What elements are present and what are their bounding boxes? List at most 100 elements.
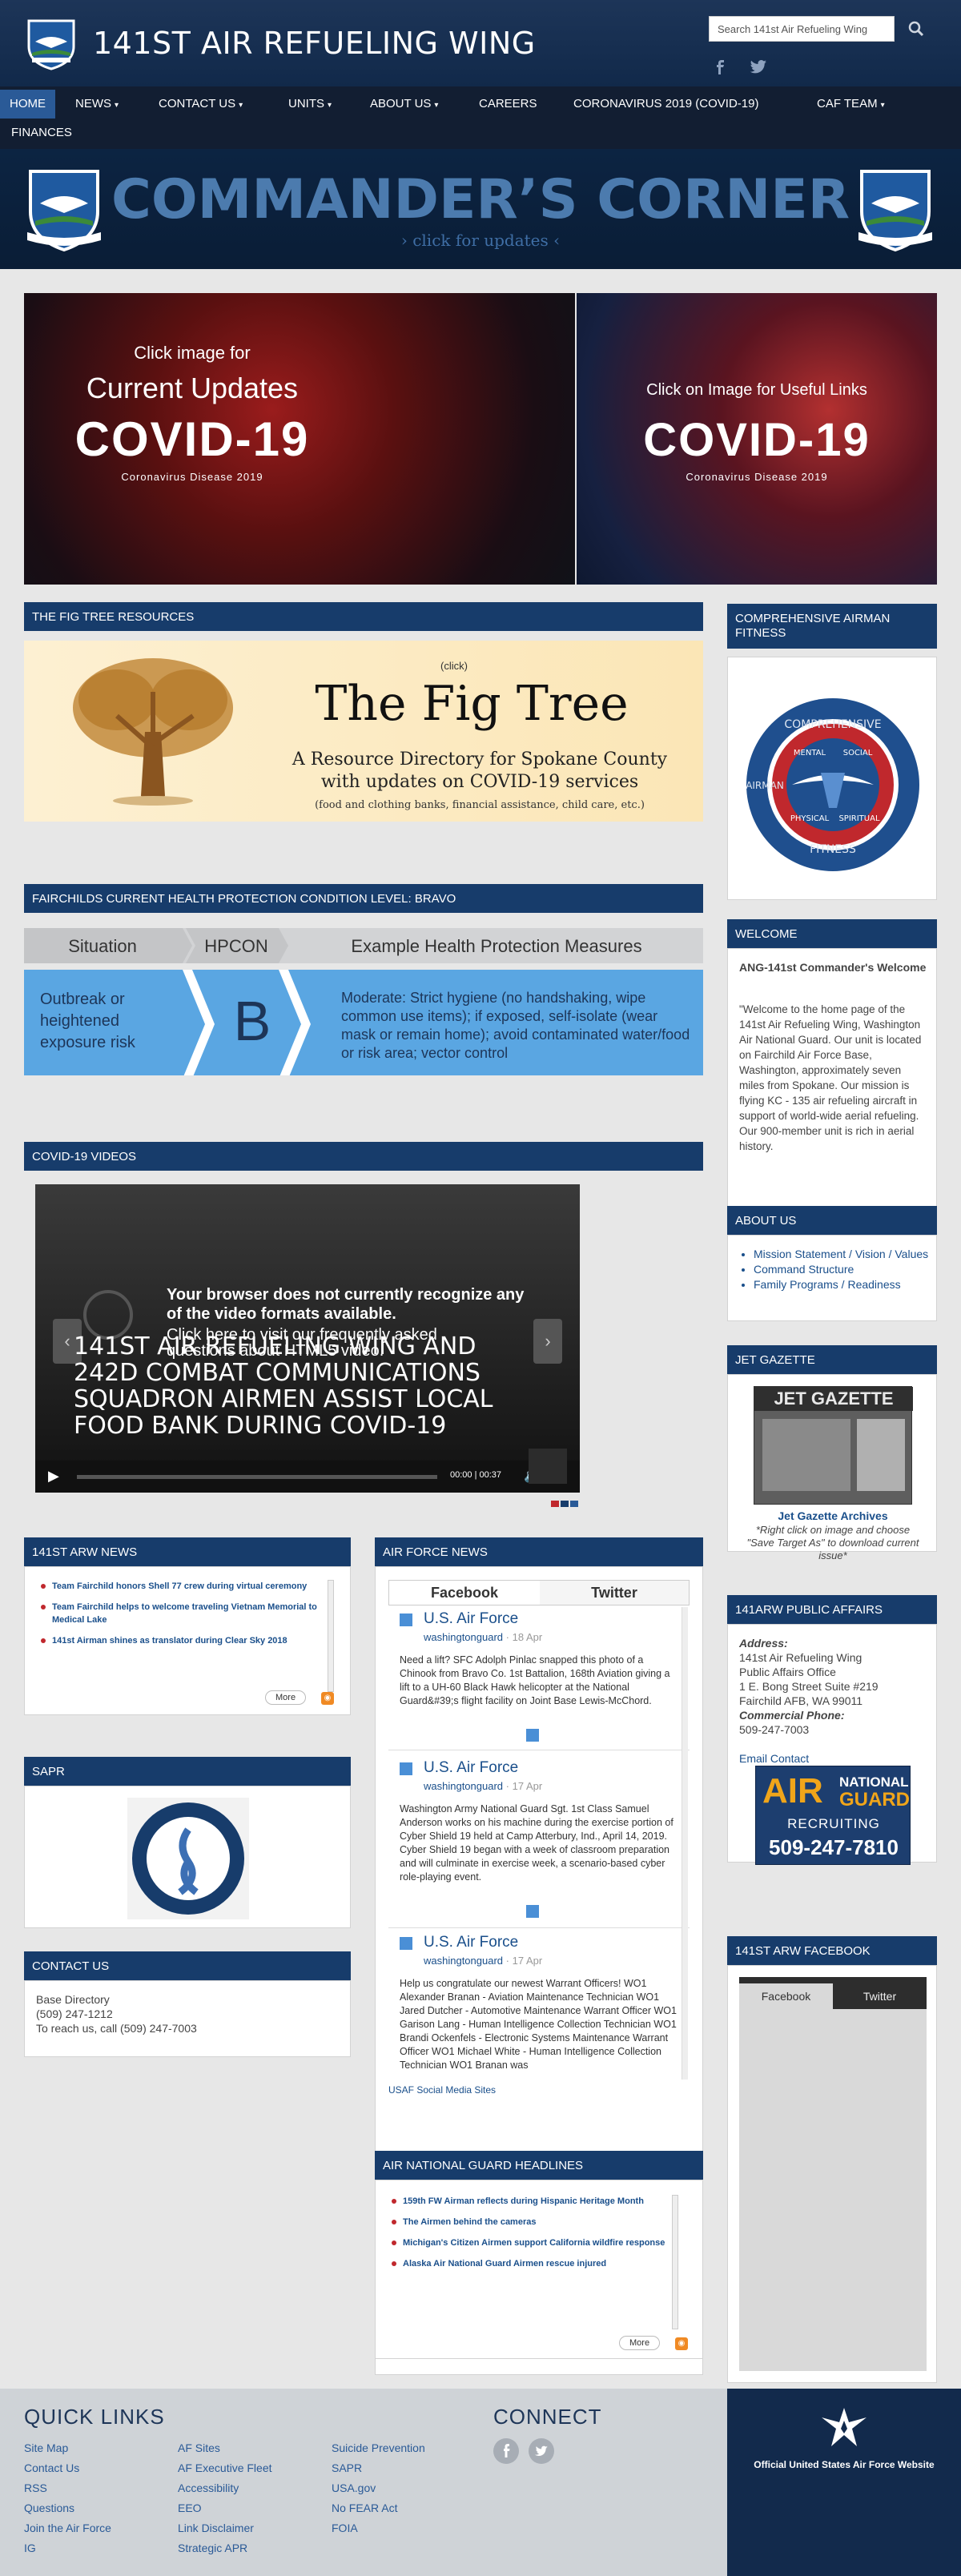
covid-updates-image[interactable]: Click image for Current Updates COVID-19… — [24, 293, 575, 585]
ang-headlines-panel: 159th FW Airman reflects during Hispanic… — [375, 2180, 703, 2359]
footer-link[interactable]: RSS — [24, 2478, 111, 2498]
jet-gazette-title[interactable]: Jet Gazette Archives — [728, 1509, 938, 1522]
fig-tree-click: (click) — [440, 660, 468, 672]
image-icon[interactable] — [526, 1729, 539, 1742]
footer-link[interactable]: Link Disclaimer — [178, 2518, 272, 2538]
video-player[interactable]: ‹ › Your browser does not currently reco… — [35, 1184, 580, 1493]
fb-post-name[interactable]: U.S. Air Force — [424, 1610, 518, 1628]
footer-link[interactable]: IG — [24, 2538, 111, 2558]
video-pager-dot[interactable] — [551, 1501, 559, 1507]
play-icon[interactable]: ▶ — [48, 1468, 59, 1485]
list-item[interactable]: Team Fairchild honors Shell 77 crew duri… — [39, 1580, 328, 1593]
video-pager-dot[interactable] — [570, 1501, 578, 1507]
email-contact-link[interactable]: Email Contact — [739, 1751, 931, 1766]
commanders-corner-subtitle[interactable]: › click for updates ‹ — [0, 231, 961, 250]
sapr-header: SAPR — [24, 1757, 351, 1786]
site-title[interactable]: 141ST AIR REFUELING WING — [93, 26, 536, 61]
footer-link[interactable]: AF Sites — [178, 2438, 272, 2458]
footer-link[interactable]: FOIA — [332, 2518, 425, 2538]
videos-header: COVID-19 VIDEOS — [24, 1142, 703, 1171]
list-item[interactable]: 141st Airman shines as translator during… — [39, 1634, 328, 1647]
footer-link[interactable]: Suicide Prevention — [332, 2438, 425, 2458]
nav-item-careers[interactable]: CAREERS — [469, 90, 547, 119]
nav-item-coronavirus[interactable]: CORONAVIRUS 2019 (COVID-19) — [564, 90, 768, 119]
fb-post-source[interactable]: washingtonguard — [424, 1631, 503, 1643]
commanders-corner-banner[interactable]: COMMANDER’S CORNER › click for updates ‹ — [0, 149, 961, 269]
footer-link[interactable]: Accessibility — [178, 2478, 272, 2498]
nav-item-caf-team[interactable]: CAF TEAM ▾ — [807, 90, 895, 119]
contact-line[interactable]: Base Directory — [36, 1992, 197, 2007]
covid-links-image[interactable]: Click on Image for Useful Links COVID-19… — [577, 293, 937, 585]
video-next-button[interactable]: › — [533, 1319, 562, 1364]
image-icon[interactable] — [526, 1905, 539, 1918]
sapr-seal-icon[interactable] — [127, 1798, 249, 1919]
footer-link[interactable]: AF Executive Fleet — [178, 2458, 272, 2478]
wing-logo-icon[interactable] — [24, 16, 78, 70]
fb-post-name[interactable]: U.S. Air Force — [424, 1759, 518, 1777]
tab-twitter[interactable]: Twitter — [833, 1983, 927, 2009]
scrollbar[interactable] — [682, 1607, 688, 2080]
video-pager-dot[interactable] — [561, 1501, 569, 1507]
list-item[interactable]: Team Fairchild helps to welcome travelin… — [39, 1601, 328, 1626]
about-link-mission[interactable]: Mission Statement / Vision / Values — [754, 1247, 930, 1262]
list-item[interactable]: Alaska Air National Guard Airmen rescue … — [390, 2257, 670, 2270]
twitter-icon[interactable] — [529, 2438, 554, 2464]
usaf-social-link[interactable]: USAF Social Media Sites — [388, 2084, 496, 2096]
fig-tree-image[interactable]: (click) The Fig Tree A Resource Director… — [24, 641, 703, 822]
nav-item-finances[interactable]: FINANCES — [2, 119, 82, 147]
footer-link[interactable]: EEO — [178, 2498, 272, 2518]
list-item[interactable]: Michigan's Citizen Airmen support Califo… — [390, 2236, 670, 2249]
footer-link[interactable]: Site Map — [24, 2438, 111, 2458]
facebook-icon[interactable] — [493, 2438, 519, 2464]
caf-seal-icon[interactable]: COMPREHENSIVE FITNESS AIRMAN MENTAL SOCI… — [744, 696, 922, 874]
contact-panel: Base Directory (509) 247-1212 To reach u… — [24, 1980, 351, 2057]
footer-link[interactable]: SAPR — [332, 2458, 425, 2478]
footer-link[interactable]: Contact Us — [24, 2458, 111, 2478]
about-link-family[interactable]: Family Programs / Readiness — [754, 1277, 930, 1292]
nav-item-news[interactable]: NEWS ▾ — [66, 90, 128, 119]
nav-item-units[interactable]: UNITS ▾ — [279, 90, 341, 119]
sapr-panel — [24, 1786, 351, 1928]
footer-link[interactable]: No FEAR Act — [332, 2498, 425, 2518]
ang-recruiting-ad[interactable]: AIR NATIONAL GUARD RECRUITING 509-247-78… — [755, 1766, 911, 1865]
scrollbar[interactable] — [672, 2195, 678, 2329]
cover-photo — [762, 1419, 850, 1491]
more-button[interactable]: More — [619, 2336, 661, 2350]
tab-twitter[interactable]: Twitter — [540, 1581, 689, 1605]
tab-facebook[interactable]: Facebook — [389, 1581, 540, 1605]
share-icon[interactable] — [529, 1449, 567, 1484]
video-time: 00:00 | 00:37 — [450, 1470, 502, 1480]
scrollbar[interactable] — [328, 1580, 334, 1692]
search-input[interactable]: Search 141st Air Refueling Wing — [709, 16, 895, 42]
nav-item-contact-us[interactable]: CONTACT US ▾ — [149, 90, 252, 119]
tab-facebook[interactable]: Facebook — [739, 1983, 833, 2009]
footer-link[interactable]: Strategic APR — [178, 2538, 272, 2558]
more-button[interactable]: More — [265, 1690, 307, 1705]
connect-title: CONNECT — [493, 2405, 602, 2429]
video-progress-bar[interactable] — [77, 1475, 437, 1479]
footer-link[interactable]: Questions — [24, 2498, 111, 2518]
jet-gazette-header: JET GAZETTE — [727, 1345, 937, 1374]
twitter-icon[interactable] — [750, 59, 767, 75]
ang-headlines-header: AIR NATIONAL GUARD HEADLINES — [375, 2151, 703, 2180]
caf-spiritual: SPIRITUAL — [838, 814, 879, 823]
rss-icon[interactable]: ◉ — [321, 1692, 334, 1705]
fb-post-source[interactable]: washingtonguard — [424, 1955, 503, 1967]
nav-item-home[interactable]: HOME — [0, 90, 55, 119]
usaf-site-label[interactable]: Official United States Air Force Website — [727, 2459, 961, 2470]
nav-label: CORONAVIRUS 2019 (COVID-19) — [573, 97, 759, 111]
search-icon[interactable] — [905, 18, 927, 40]
jet-gazette-cover[interactable]: JET GAZETTE — [754, 1386, 913, 1505]
footer-link[interactable]: USA.gov — [332, 2478, 425, 2498]
list-item[interactable]: The Airmen behind the cameras — [390, 2216, 670, 2228]
fb-post-text: Need a lift? SFC Adolph Pinlac snapped t… — [400, 1654, 670, 1706]
footer-link[interactable]: Join the Air Force — [24, 2518, 111, 2538]
rss-icon[interactable]: ◉ — [675, 2337, 688, 2350]
nav-item-about-us[interactable]: ABOUT US ▾ — [360, 90, 448, 119]
about-link-command[interactable]: Command Structure — [754, 1262, 930, 1277]
list-item[interactable]: 159th FW Airman reflects during Hispanic… — [390, 2195, 670, 2208]
usaf-block[interactable]: Official United States Air Force Website — [727, 2389, 961, 2576]
facebook-icon[interactable] — [713, 59, 729, 75]
fb-post-source[interactable]: washingtonguard — [424, 1780, 503, 1792]
fb-post-name[interactable]: U.S. Air Force — [424, 1934, 518, 1951]
